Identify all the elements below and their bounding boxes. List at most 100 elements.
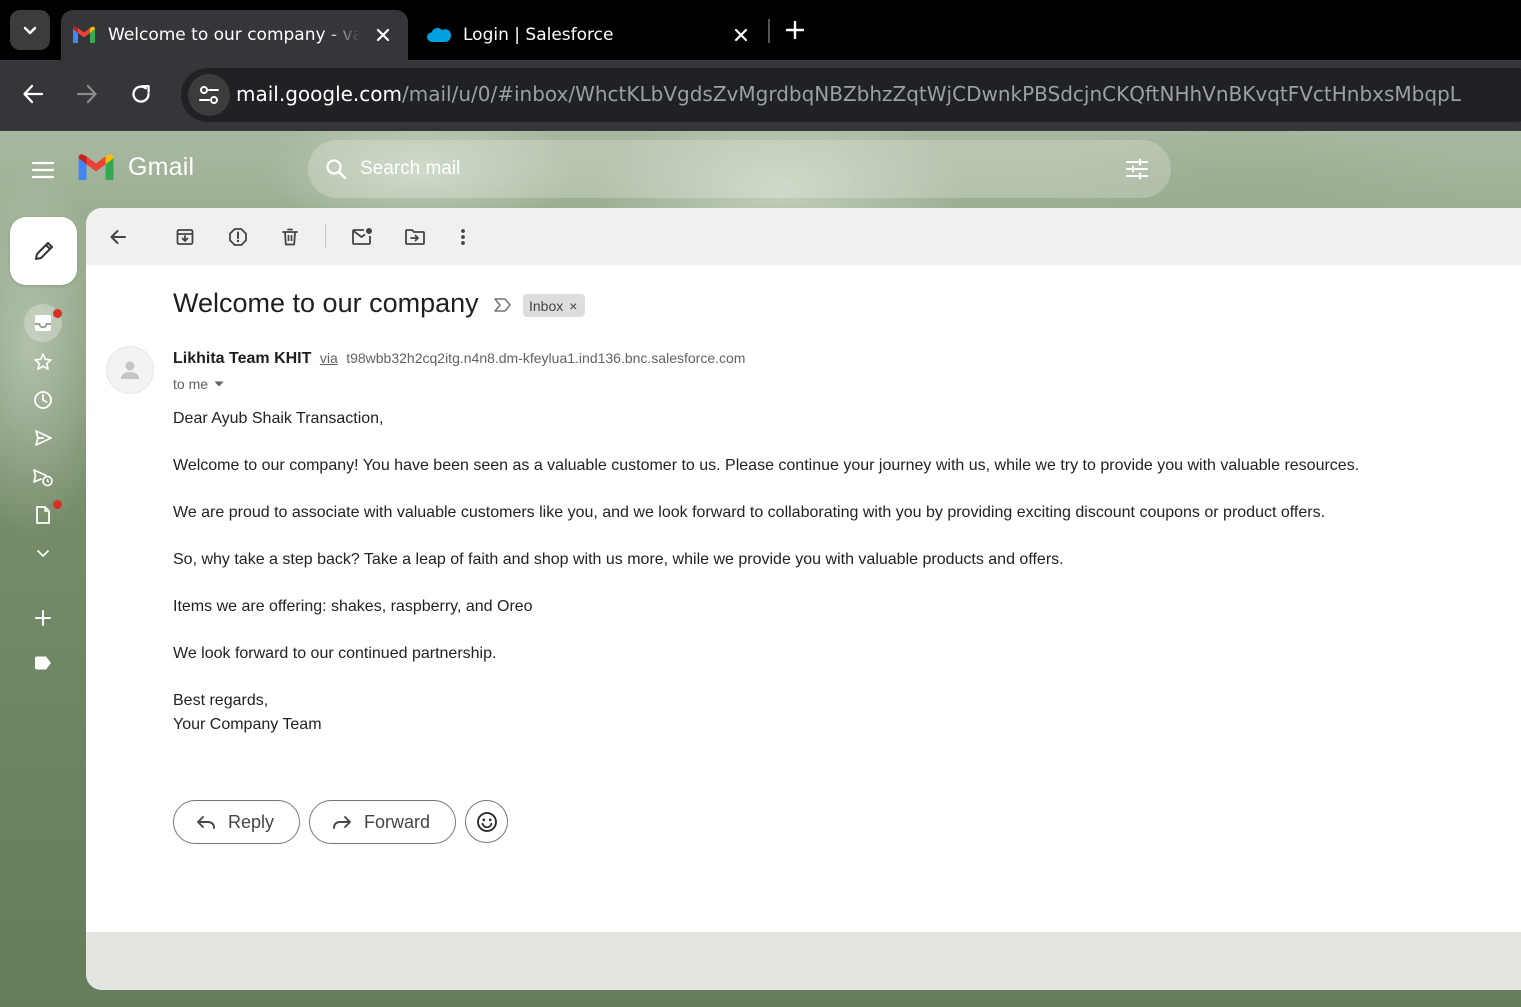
more-options-button[interactable] (448, 222, 478, 252)
search-bar[interactable] (308, 140, 1171, 198)
rail-create-label[interactable] (24, 601, 62, 635)
toolbar-divider (325, 224, 326, 248)
chevron-down-icon (37, 550, 49, 557)
back-arrow-icon (110, 230, 126, 244)
body-paragraph: So, why take a step back? Take a leap of… (173, 551, 1064, 568)
rail-scheduled[interactable] (24, 460, 62, 494)
rail-label[interactable] (24, 646, 62, 680)
forward-icon (333, 816, 351, 829)
inbox-icon (35, 315, 51, 331)
move-to-button[interactable] (400, 222, 430, 252)
site-info-button[interactable] (188, 74, 230, 116)
message-actions: Reply Forward (173, 800, 509, 844)
compose-button[interactable] (10, 217, 77, 285)
person-icon (121, 361, 139, 379)
body-closing: Best regards, (173, 692, 269, 709)
via-link[interactable]: via (320, 350, 338, 366)
main-menu-button[interactable] (26, 153, 60, 187)
remove-label-icon[interactable]: × (569, 298, 577, 314)
new-tab-button[interactable] (781, 16, 809, 44)
email-body: Dear Ayub Shaik Transaction, Welcome to … (173, 407, 1423, 760)
scheduled-send-icon (33, 469, 53, 487)
search-input[interactable] (360, 156, 1060, 182)
rail-sent[interactable] (24, 421, 62, 455)
forward-arrow-icon (76, 84, 97, 104)
sender-domain: t98wbb32h2cq2itg.n4n8.dm-kfeylua1.ind136… (346, 350, 746, 366)
tab-gmail[interactable]: Welcome to our company - vanshika (61, 10, 408, 60)
body-paragraph: Welcome to our company! You have been se… (173, 457, 1360, 474)
archive-icon (176, 229, 194, 245)
mark-unread-icon (352, 228, 372, 245)
reply-button[interactable]: Reply (173, 800, 301, 844)
url-host: mail.google.com (236, 82, 403, 106)
back-arrow-icon (23, 84, 44, 104)
recipient-text: to me (173, 376, 209, 392)
label-chip-text: Inbox (529, 297, 564, 314)
rail-starred[interactable] (24, 345, 62, 379)
forward-button[interactable]: Forward (309, 800, 457, 844)
url-path: /mail/u/0/#inbox/WhctKLbVgdsZvMgrdbqNBZb… (402, 82, 1461, 106)
gmail-icon (71, 22, 97, 48)
forward-label: Forward (364, 811, 431, 832)
gmail-logo-text: Gmail (128, 153, 195, 181)
body-paragraph: Items we are offering: shakes, raspberry… (173, 598, 533, 615)
close-icon[interactable] (730, 24, 752, 46)
forward-button[interactable] (70, 77, 104, 111)
reply-icon (197, 816, 215, 829)
back-to-inbox-button[interactable] (103, 222, 133, 252)
archive-button[interactable] (170, 222, 200, 252)
gmail-logo[interactable]: Gmail (77, 153, 194, 182)
url-text[interactable]: mail.google.com/mail/u/0/#inbox/WhctKLbV… (236, 82, 1461, 106)
mark-unread-button[interactable] (347, 222, 377, 252)
reading-pane: Welcome to our company Inbox × Likhita T… (86, 208, 1521, 990)
report-spam-button[interactable] (223, 222, 253, 252)
delete-button[interactable] (275, 222, 305, 252)
back-button[interactable] (16, 77, 50, 111)
reply-label: Reply (228, 811, 275, 832)
message-toolbar (86, 208, 1521, 265)
send-icon (35, 430, 52, 446)
sender-avatar[interactable] (106, 346, 154, 394)
email-subject: Welcome to our company (173, 288, 479, 318)
body-signature: Your Company Team (173, 716, 322, 733)
more-vert-icon (461, 229, 465, 245)
move-to-icon (405, 229, 425, 245)
chevron-down-icon (23, 26, 37, 35)
gmail-app: Gmail Search mail Welcome to our company… (0, 131, 1521, 1007)
address-bar[interactable]: mail.google.com/mail/u/0/#inbox/WhctKLbV… (181, 68, 1521, 122)
search-icon[interactable] (322, 155, 350, 183)
sender-name[interactable]: Likhita Team KHIT (173, 350, 311, 367)
inbox-notification-dot (53, 309, 62, 318)
reload-button[interactable] (124, 77, 158, 111)
reload-icon (132, 85, 150, 103)
tune-icon (199, 86, 219, 104)
importance-marker-icon[interactable] (493, 295, 513, 315)
salesforce-cloud-icon (426, 22, 452, 48)
body-paragraph: We look forward to our continued partner… (173, 645, 497, 662)
sender-line: Likhita Team KHIT via t98wbb32h2cq2itg.n… (173, 350, 745, 368)
delete-icon (282, 228, 298, 246)
tab-title: Welcome to our company - vanshika (108, 25, 360, 45)
add-reaction-button[interactable] (465, 800, 509, 843)
tab-separator (768, 19, 770, 43)
tab-search-button[interactable] (10, 10, 50, 50)
tab-title: Login | Salesforce (463, 25, 614, 45)
close-icon[interactable] (372, 24, 394, 46)
draft-icon (36, 506, 50, 524)
browser-toolbar: mail.google.com/mail/u/0/#inbox/WhctKLbV… (0, 60, 1521, 131)
rail-more[interactable] (24, 536, 62, 570)
drafts-notification-dot (53, 500, 62, 509)
body-greeting: Dear Ayub Shaik Transaction, (173, 410, 384, 427)
plus-icon (35, 610, 51, 626)
clock-icon (34, 391, 52, 409)
plus-icon (786, 21, 804, 39)
browser-tab-strip: Welcome to our company - vanshika Login … (0, 0, 1521, 60)
reading-pane-footer (86, 932, 1521, 990)
search-options-icon[interactable] (1123, 155, 1151, 183)
label-icon (35, 656, 51, 670)
star-icon (34, 353, 52, 370)
recipient-details-toggle[interactable]: to me (173, 376, 224, 392)
tab-salesforce[interactable]: Login | Salesforce (416, 10, 766, 60)
caret-down-icon (214, 381, 224, 387)
rail-snoozed[interactable] (24, 383, 62, 417)
